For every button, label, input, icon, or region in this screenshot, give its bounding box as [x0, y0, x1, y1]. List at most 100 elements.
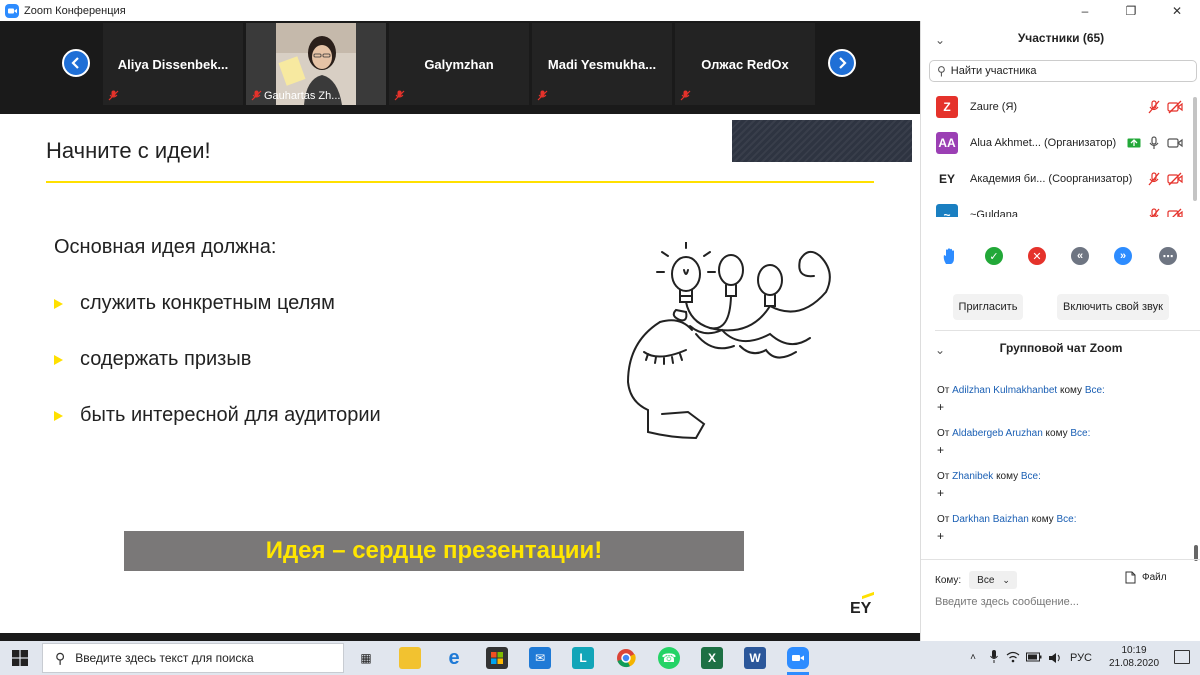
to-label: кому	[1031, 514, 1054, 525]
mail-icon[interactable]: ✉	[529, 647, 551, 669]
mic-muted-icon	[108, 90, 119, 101]
from-label: От	[937, 471, 950, 482]
slide-divider	[46, 181, 874, 183]
edge-browser-icon[interactable]: e	[443, 647, 465, 669]
participant-name: Aliya Dissenbek...	[117, 56, 229, 72]
video-off-icon	[1167, 208, 1183, 217]
task-view-icon[interactable]: ▦	[355, 647, 377, 669]
recipient-value: Все	[977, 574, 995, 586]
slide-bullet: служить конкретным целям	[54, 292, 335, 315]
video-off-icon	[1167, 172, 1183, 186]
battery-icon[interactable]	[1026, 652, 1042, 665]
file-icon	[1125, 571, 1136, 584]
participant-status	[1127, 136, 1183, 150]
bullet-text: быть интересной для аудитории	[80, 404, 381, 426]
to-label: кому	[1045, 428, 1068, 439]
language-indicator[interactable]: РУС	[1070, 652, 1092, 664]
mic-icon	[1149, 136, 1159, 149]
recipient-select[interactable]: Все ⌄	[969, 571, 1018, 589]
chat-sender[interactable]: Zhanibek	[952, 471, 993, 482]
chevron-right-icon	[839, 57, 847, 69]
participant-row[interactable]: Z Zaure (Я)	[921, 89, 1193, 125]
scroll-thumb[interactable]	[1193, 97, 1197, 201]
file-button[interactable]: Файл	[1125, 571, 1167, 584]
participants-title: Участники (65)	[1017, 31, 1105, 45]
bullet-arrow-icon	[54, 298, 63, 309]
file-explorer-icon[interactable]	[399, 647, 421, 669]
l-app-icon[interactable]: L	[572, 647, 594, 669]
video-tile[interactable]: Олжас RedOx	[675, 23, 815, 105]
participant-row[interactable]: AA Alua Akhmet... (Организатор)	[921, 125, 1193, 161]
from-label: От	[937, 514, 950, 525]
bullet-arrow-icon	[54, 354, 63, 365]
invite-button[interactable]: Пригласить	[953, 294, 1023, 320]
raise-hand-icon[interactable]	[941, 247, 959, 265]
maximize-icon[interactable]: ❐	[1108, 0, 1154, 21]
participant-name: Gauhartas Zh...	[264, 90, 341, 102]
word-icon[interactable]: W	[744, 647, 766, 669]
volume-icon[interactable]	[1048, 652, 1062, 667]
zoom-logo-icon	[5, 3, 19, 18]
participant-status	[1147, 100, 1183, 114]
chevron-up-icon[interactable]: ˄	[970, 652, 976, 663]
participant-name: ~Guldana	[970, 209, 1019, 217]
video-off-icon	[1167, 100, 1183, 114]
chat-sender[interactable]: Adilzhan Kulmakhanbet	[952, 385, 1057, 396]
windows-start-icon[interactable]	[12, 650, 28, 666]
participant-scrollbar[interactable]	[1192, 89, 1198, 217]
whatsapp-icon[interactable]: ☎	[658, 647, 680, 669]
avatar: Z	[936, 96, 958, 118]
network-icon[interactable]	[1006, 651, 1020, 666]
prev-page-button[interactable]	[62, 49, 90, 77]
chat-scrollbar[interactable]	[1191, 381, 1199, 561]
more-icon[interactable]: ⋯	[1159, 247, 1177, 265]
ey-logo: EY	[850, 591, 874, 618]
excel-icon[interactable]: X	[701, 647, 723, 669]
store-icon[interactable]	[486, 647, 508, 669]
no-icon[interactable]: ✕	[1028, 247, 1046, 265]
close-icon[interactable]: ✕	[1154, 0, 1200, 21]
participant-list: Z Zaure (Я) AA Alua Akhmet... (Организат…	[921, 89, 1193, 217]
slower-icon[interactable]: «	[1071, 247, 1089, 265]
to-label: Кому:	[935, 574, 962, 586]
chat-divider	[921, 559, 1200, 560]
search-placeholder: Введите здесь текст для поиска	[75, 651, 254, 665]
faster-icon[interactable]: »	[1114, 247, 1132, 265]
bullet-text: содержать призыв	[80, 348, 252, 370]
chat-message: От Zhanibek кому Все: +	[937, 471, 1041, 500]
video-tile[interactable]: Gauhartas Zh...	[246, 23, 386, 105]
window-title: Zoom Конференция	[24, 4, 126, 17]
search-placeholder: Найти участника	[950, 65, 1037, 77]
notification-icon[interactable]	[1174, 650, 1190, 664]
participant-row[interactable]: ~ ~Guldana	[921, 197, 1193, 217]
slide-lead-text: Основная идея должна:	[54, 236, 277, 258]
chat-text: +	[937, 443, 945, 457]
mic-icon[interactable]	[990, 650, 998, 667]
next-page-button[interactable]	[828, 49, 856, 77]
participant-search-input[interactable]: ⚲ Найти участника	[929, 60, 1197, 82]
unmute-button[interactable]: Включить свой звук	[1057, 294, 1169, 320]
chat-message-input[interactable]: Введите здесь сообщение...	[935, 596, 1195, 614]
yes-icon[interactable]: ✓	[985, 247, 1003, 265]
ey-logo-bar	[862, 591, 874, 600]
minimize-icon[interactable]: –	[1062, 0, 1108, 21]
chat-sender[interactable]: Aldabergeb Aruzhan	[952, 428, 1043, 439]
chat-text: +	[937, 486, 945, 500]
zoom-taskbar-icon[interactable]	[787, 647, 809, 669]
ey-logo-text: EY	[850, 600, 872, 617]
slide-banner: Идея – сердце презентации!	[124, 531, 744, 571]
participant-row[interactable]: EY Академия би... (Соорганизатор)	[921, 161, 1193, 197]
video-tile[interactable]: Galymzhan	[389, 23, 529, 105]
windows-taskbar: ⚲ Введите здесь текст для поиска ▦ e ✉ L…	[0, 641, 1200, 675]
video-tile[interactable]: Aliya Dissenbek...	[103, 23, 243, 105]
chat-text: +	[937, 400, 945, 414]
chat-sender[interactable]: Darkhan Baizhan	[952, 514, 1029, 525]
taskbar-search-input[interactable]: ⚲ Введите здесь текст для поиска	[42, 643, 344, 673]
participant-name: Alua Akhmet... (Организатор)	[970, 137, 1117, 149]
search-icon: ⚲	[55, 649, 66, 666]
video-tile[interactable]: Madi Yesmukha...	[532, 23, 672, 105]
avatar: AA	[936, 132, 958, 154]
system-clock[interactable]: 10:19 21.08.2020	[1104, 644, 1164, 670]
chat-header: ⌄ Групповой чат Zoom	[921, 341, 1200, 361]
chrome-icon[interactable]	[615, 647, 637, 669]
